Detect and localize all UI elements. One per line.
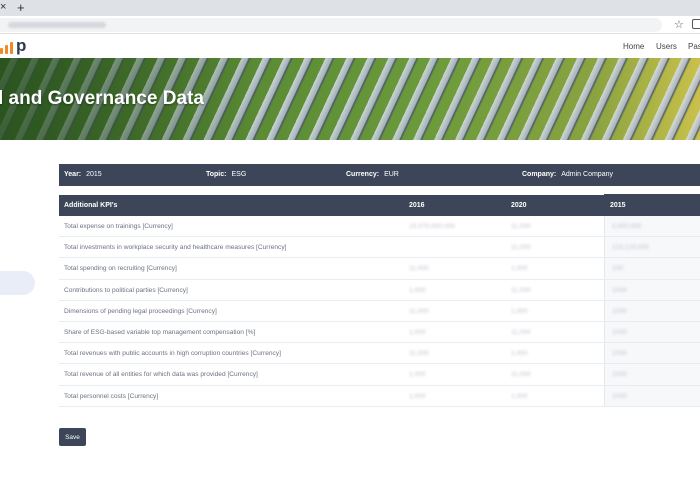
column-header-2020: 2020	[511, 202, 527, 209]
kpi-value-2020[interactable]: 1,000	[511, 265, 528, 272]
kpi-value-2020[interactable]: 11,000	[511, 371, 531, 378]
filter-company: Company: Admin Company	[522, 171, 613, 178]
filter-company-label: Company:	[522, 171, 557, 178]
url-input[interactable]	[0, 18, 662, 32]
filter-year-label: Year:	[64, 171, 82, 178]
kpi-value-2016[interactable]: 1,000	[409, 371, 426, 378]
filter-topic: Topic: ESG	[206, 171, 246, 178]
table-row: Total investments in workplace security …	[59, 237, 700, 259]
extension-icon[interactable]	[692, 19, 700, 29]
logo-bar	[5, 45, 8, 54]
column-header-2016: 2016	[409, 202, 425, 209]
browser-tabstrip: × +	[0, 0, 700, 16]
kpi-value-2020[interactable]: 11,000	[511, 329, 531, 336]
kpi-value-2020[interactable]: 11,000	[511, 244, 531, 251]
kpi-value-2016[interactable]: 1,000	[409, 393, 426, 400]
kpi-label: Total spending on recruiting [Currency]	[64, 265, 177, 273]
filter-company-value: Admin Company	[561, 171, 613, 178]
close-tab-icon[interactable]: ×	[0, 1, 8, 13]
kpi-value-2015[interactable]: 1000	[612, 393, 627, 400]
filter-topic-label: Topic:	[206, 171, 227, 178]
filter-bar: Year: 2015 Topic: ESG Currency: EUR Company…	[59, 164, 700, 186]
url-text-blurred	[8, 22, 106, 28]
kpi-value-2015[interactable]: 0,000,000	[612, 223, 641, 230]
filter-currency: Currency: EUR	[346, 171, 399, 178]
kpi-value-2020[interactable]: 11,000	[511, 287, 531, 294]
table-row: Total personnel costs [Currency] 1,000 1,0…	[59, 386, 700, 407]
kpi-value-2015[interactable]: 1000	[612, 308, 627, 315]
kpi-value-2020[interactable]: 1,000	[511, 350, 528, 357]
table-row: Contributions to political parties [Curr…	[59, 280, 700, 301]
kpi-value-2016[interactable]: 1,000	[409, 329, 426, 336]
kpi-value-2016[interactable]: 11,000	[409, 350, 429, 357]
kpi-value-2020[interactable]: 1,000	[511, 393, 528, 400]
page-title: l and Governance Data	[0, 88, 204, 109]
filter-currency-label: Currency:	[346, 171, 380, 178]
filter-year-value: 2015	[86, 171, 102, 178]
table-row: Total expense on trainings [Currency] 19,…	[59, 216, 700, 238]
filter-year: Year: 2015	[64, 171, 102, 178]
app-navbar: p Home Users Pass	[0, 34, 700, 58]
kpi-value-2016[interactable]: 1,000	[409, 287, 426, 294]
filter-currency-value: EUR	[384, 171, 399, 178]
app-logo[interactable]: p	[0, 36, 27, 55]
kpi-value-2015[interactable]: 100	[612, 265, 623, 272]
sidebar-active-item[interactable]	[0, 271, 35, 295]
kpi-value-2015[interactable]: 1000	[612, 287, 627, 294]
logo-bar	[10, 42, 13, 54]
kpi-label: Contributions to political parties [Curr…	[64, 286, 188, 294]
kpi-label: Total personnel costs [Currency]	[64, 392, 159, 400]
kpi-label: Dimensions of pending legal proceedings …	[64, 307, 217, 315]
hero-banner-solar-panels: l and Governance Data	[0, 58, 700, 140]
table-row: Dimensions of pending legal proceedings …	[59, 301, 700, 322]
kpi-value-2016[interactable]: 11,000	[409, 308, 429, 315]
kpi-label: Total revenue of all entities for which …	[64, 371, 258, 379]
nav-link-pass[interactable]: Pass	[688, 42, 700, 51]
kpi-value-2015[interactable]: 1000	[612, 350, 627, 357]
browser-address-bar: ☆	[0, 16, 700, 34]
kpi-table: Additional KPI's 2016 2020 2015 Total ex…	[59, 194, 700, 407]
kpi-value-2020[interactable]: 1,000	[511, 308, 528, 315]
kpi-label: Total investments in workplace security …	[64, 244, 287, 252]
column-header-2015: 2015	[604, 194, 700, 216]
table-body: Total expense on trainings [Currency] 19,…	[59, 216, 700, 407]
table-row: Total spending on recruiting [Currency] 1…	[59, 258, 700, 280]
column-header-kpi: Additional KPI's	[64, 202, 118, 209]
new-tab-icon[interactable]: +	[17, 0, 25, 15]
kpi-value-2015[interactable]: 1000	[612, 371, 627, 378]
kpi-label: Total expense on trainings [Currency]	[64, 223, 173, 230]
table-row: Share of ESG-based variable top manageme…	[59, 322, 700, 344]
logo-bar	[0, 48, 3, 54]
kpi-value-2015[interactable]: 123,123,000	[612, 244, 649, 251]
table-row: Total revenue of all entities for which …	[59, 364, 700, 386]
save-button[interactable]: Save	[59, 428, 86, 446]
table-row: Total revenues with public accounts in h…	[59, 343, 700, 365]
table-header-row: Additional KPI's 2016 2020 2015	[59, 194, 700, 216]
bookmark-star-icon[interactable]: ☆	[674, 18, 684, 31]
filter-topic-value: ESG	[231, 171, 247, 178]
nav-link-home[interactable]: Home	[623, 42, 644, 51]
logo-text: p	[16, 36, 27, 55]
kpi-label: Total revenues with public accounts in h…	[64, 350, 281, 358]
kpi-label: Share of ESG-based variable top manageme…	[64, 328, 256, 336]
kpi-value-2015[interactable]: 1000	[612, 329, 627, 336]
kpi-value-2016[interactable]: 19,370,000,000	[409, 223, 455, 230]
kpi-value-2020[interactable]: 11,000	[511, 223, 531, 230]
nav-link-users[interactable]: Users	[656, 42, 677, 51]
kpi-value-2016[interactable]: 11,000	[409, 265, 429, 272]
